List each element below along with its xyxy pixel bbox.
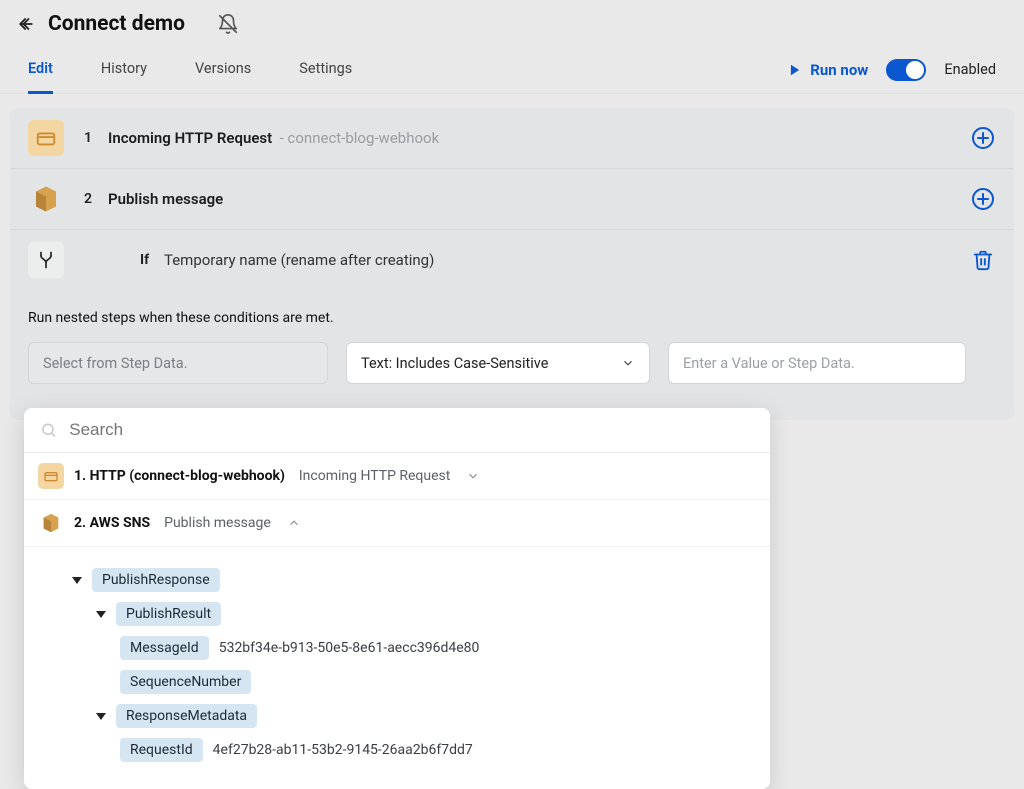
tree-node-publishresult[interactable]: PublishResult: [96, 597, 750, 631]
popover-step1-title: 1. HTTP (connect-blog-webhook): [74, 468, 285, 484]
search-icon: [40, 421, 57, 439]
tree-key: SequenceNumber: [120, 670, 251, 694]
step-number: 1: [84, 130, 108, 146]
step-title: Temporary name (rename after creating): [164, 251, 434, 269]
caret-down-icon: [96, 713, 106, 720]
delete-step-button[interactable]: [970, 247, 996, 273]
step-subtitle: - connect-blog-webhook: [280, 129, 440, 147]
http-icon: [28, 120, 64, 156]
tab-history[interactable]: History: [101, 46, 147, 93]
tree-node-sequencenumber[interactable]: SequenceNumber: [120, 665, 750, 699]
step-title: Incoming HTTP Request: [108, 129, 272, 147]
page-title: Connect demo: [48, 12, 185, 36]
popover-step1-sub: Incoming HTTP Request: [299, 468, 450, 484]
chevron-down-icon: [466, 469, 480, 483]
step-row-2[interactable]: 2 Publish message: [10, 169, 1014, 230]
popover-step-1[interactable]: 1. HTTP (connect-blog-webhook) Incoming …: [24, 453, 770, 500]
popover-step-2[interactable]: 2. AWS SNS Publish message: [24, 500, 770, 547]
tree-key: PublishResult: [116, 602, 221, 626]
tree-node-publishresponse[interactable]: PublishResponse: [72, 563, 750, 597]
branch-icon: [28, 242, 64, 278]
steps-panel: 1 Incoming HTTP Request - connect-blog-w…: [10, 108, 1014, 420]
add-step-button[interactable]: [970, 125, 996, 151]
condition-label: Run nested steps when these conditions a…: [28, 310, 996, 326]
condition-builder: Run nested steps when these conditions a…: [10, 290, 1014, 420]
notifications-muted-icon[interactable]: [217, 13, 239, 35]
operator-select[interactable]: Text: Includes Case-Sensitive: [346, 342, 650, 384]
tree-node-responsemetadata[interactable]: ResponseMetadata: [96, 699, 750, 733]
tree-key: PublishResponse: [92, 568, 220, 592]
popover-step2-title: 2. AWS SNS: [74, 515, 150, 531]
step-title: Publish message: [108, 190, 223, 208]
enabled-label: Enabled: [944, 61, 996, 78]
caret-down-icon: [72, 577, 82, 584]
right-operand-placeholder: Enter a Value or Step Data.: [683, 355, 855, 372]
http-icon: [38, 463, 64, 489]
back-arrow[interactable]: [16, 14, 36, 34]
tab-edit[interactable]: Edit: [28, 46, 53, 94]
step-data-popover: 1. HTTP (connect-blog-webhook) Incoming …: [24, 408, 770, 789]
popover-step2-sub: Publish message: [164, 515, 271, 531]
tree-value: 532bf34e-b913-50e5-8e61-aecc396d4e80: [219, 640, 480, 656]
sns-icon: [38, 510, 64, 536]
popover-search-row: [24, 408, 770, 453]
add-step-button[interactable]: [970, 186, 996, 212]
tree-node-requestid[interactable]: RequestId 4ef27b28-ab11-53b2-9145-26aa2b…: [120, 733, 750, 767]
chevron-up-icon: [287, 516, 301, 530]
run-now-button[interactable]: Run now: [788, 61, 868, 79]
tree-value: 4ef27b28-ab11-53b2-9145-26aa2b6f7dd7: [213, 742, 473, 758]
step-row-1[interactable]: 1 Incoming HTTP Request - connect-blog-w…: [10, 108, 1014, 169]
left-operand-placeholder: Select from Step Data.: [43, 355, 187, 372]
run-now-label: Run now: [810, 61, 868, 79]
tab-settings[interactable]: Settings: [299, 46, 352, 93]
tree-node-messageid[interactable]: MessageId 532bf34e-b913-50e5-8e61-aecc39…: [120, 631, 750, 665]
popover-search-input[interactable]: [69, 420, 754, 440]
sns-icon: [28, 181, 64, 217]
enabled-toggle[interactable]: [886, 59, 926, 81]
tree-key: MessageId: [120, 636, 209, 660]
left-operand-input[interactable]: Select from Step Data.: [28, 342, 328, 384]
tree-key: ResponseMetadata: [116, 704, 257, 728]
step-row-branch[interactable]: If Temporary name (rename after creating…: [10, 230, 1014, 290]
right-operand-input[interactable]: Enter a Value or Step Data.: [668, 342, 966, 384]
step-number: 2: [84, 191, 108, 207]
response-tree: PublishResponse PublishResult MessageId …: [24, 547, 770, 789]
operator-value: Text: Includes Case-Sensitive: [361, 355, 548, 372]
tab-versions[interactable]: Versions: [195, 46, 251, 93]
tree-key: RequestId: [120, 738, 203, 762]
caret-down-icon: [96, 611, 106, 618]
if-label: If: [140, 252, 164, 268]
